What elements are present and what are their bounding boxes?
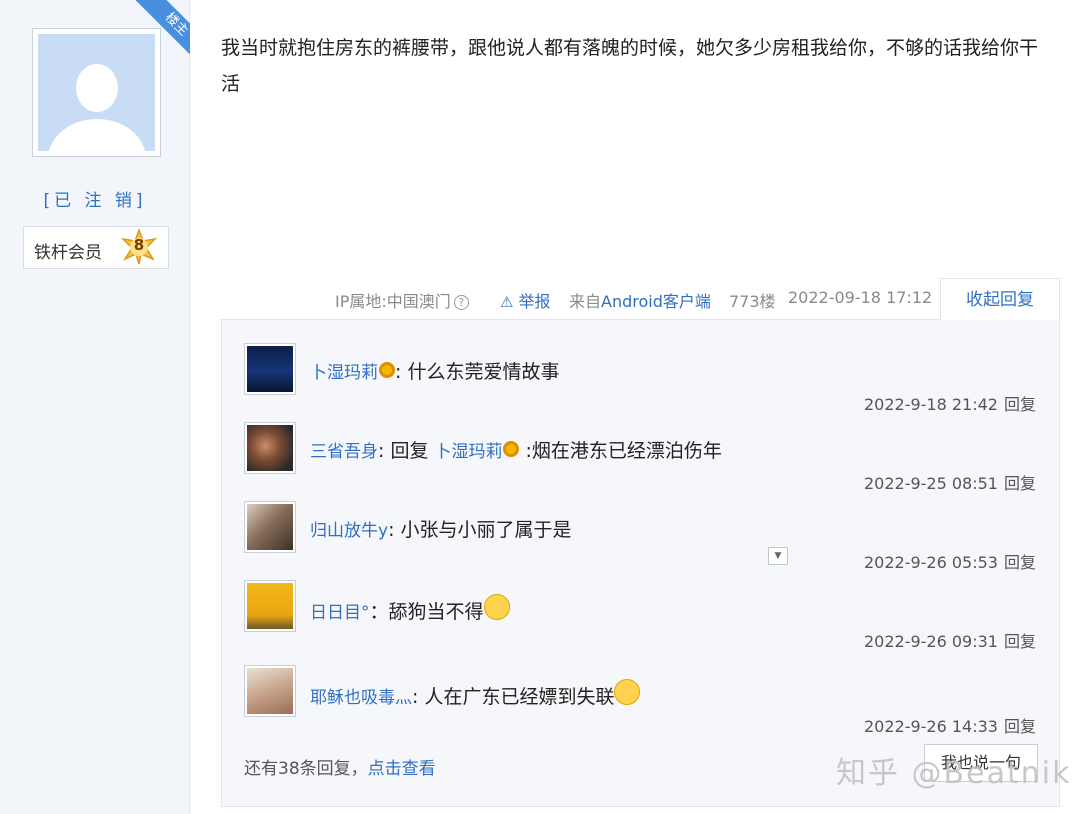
reply-meta: 2022-9-26 09:31 回复 (864, 628, 1036, 652)
client-source-link[interactable]: Android客户端 (601, 292, 711, 311)
watermark: 知乎 @Beatnik (836, 756, 1072, 791)
ip-location: IP属地:中国澳门? (335, 288, 469, 312)
post-content: 我当时就抱住房东的裤腰带，跟他说人都有落魄的时候，她欠多少房租我给你，不够的话我… (221, 37, 1039, 95)
reply-username[interactable]: 日日目° (310, 603, 370, 623)
reply-meta: 2022-9-26 05:53 回复 (864, 549, 1036, 573)
reply-username[interactable]: 归山放牛y (310, 521, 388, 541)
reply-meta: 2022-9-25 08:51 回复 (864, 470, 1036, 494)
collapse-replies-button[interactable]: 收起回复 (940, 278, 1060, 320)
report-button[interactable]: ⚠ 举报 (500, 288, 551, 312)
post-meta-bar: IP属地:中国澳门? ⚠ 举报 来自Android客户端 773楼 2022-0… (0, 278, 940, 318)
reply-avatar[interactable] (244, 665, 296, 717)
tongue-face-icon (614, 679, 641, 705)
reply-text: 三省吾身: 回复 卜湿玛莉 :烟在港东已经漂泊伤年 (310, 436, 722, 463)
sunflower-icon (503, 441, 520, 457)
op-ribbon: 楼主 (118, 0, 190, 72)
reply-content: : 什么东莞爱情故事 (395, 361, 560, 383)
reply-text: 耶稣也吸毒灬: 人在广东已经嫖到失联 (310, 679, 641, 709)
reply-time: 2022-9-26 14:33 (863, 717, 998, 736)
reply-text: 归山放牛y: 小张与小丽了属于是 (310, 515, 572, 542)
floor-number: 773楼 (729, 292, 776, 311)
reply-avatar[interactable] (244, 580, 296, 632)
list-item: 耶稣也吸毒灬: 人在广东已经嫖到失联 2022-9-26 14:33 回复 (244, 663, 1044, 743)
view-more-link[interactable]: 点击查看 (368, 759, 436, 779)
reply-meta: 2022-9-18 21:42 回复 (864, 391, 1036, 415)
reply-avatar[interactable] (244, 501, 296, 553)
reply-avatar[interactable] (244, 343, 296, 395)
reply-text: 卜湿玛莉 : 什么东莞爱情故事 (310, 357, 559, 384)
list-item: 日日目°：舔狗当不得 2022-9-26 09:31 回复 (244, 578, 1044, 658)
reply-content: : 小张与小丽了属于是 (388, 519, 572, 541)
level-number: 8 (133, 236, 145, 254)
level-star-icon: 8 (120, 227, 158, 265)
reply-target-username[interactable]: 卜湿玛莉 (434, 442, 502, 462)
more-replies: 还有38条回复，点击查看 (244, 754, 436, 779)
reply-username[interactable]: 耶稣也吸毒灬 (310, 688, 412, 708)
reply-time: 2022-9-26 05:53 (863, 553, 998, 572)
client-source-prefix: 来自 (569, 292, 602, 311)
list-item: 卜湿玛莉 : 什么东莞爱情故事 2022-9-18 21:42 回复 (244, 341, 1044, 421)
reply-username[interactable]: 三省吾身 (310, 442, 378, 462)
more-replies-count: 还有38条回复， (244, 759, 368, 779)
chevron-down-icon[interactable]: ▼ (768, 547, 788, 565)
reply-content: ：舔狗当不得 (369, 601, 484, 623)
reply-content: : 人在广东已经嫖到失联 (412, 686, 615, 708)
reply-time: 2022-9-25 08:51 (863, 474, 998, 493)
crying-face-icon (483, 594, 510, 620)
reply-list: 卜湿玛莉 : 什么东莞爱情故事 2022-9-18 21:42 回复 三省吾身: 回… (221, 319, 1060, 807)
reply-avatar[interactable] (244, 422, 296, 474)
op-ribbon-label: 楼主 (132, 0, 190, 69)
help-icon[interactable]: ? (453, 295, 469, 310)
reply-text: 日日目°：舔狗当不得 (310, 594, 510, 624)
reply-content: :烟在港东已经漂泊伤年 (519, 440, 722, 462)
reply-button[interactable]: 回复 (1004, 553, 1036, 572)
reply-time: 2022-9-18 21:42 (863, 395, 998, 414)
reply-time: 2022-9-26 09:31 (863, 632, 998, 651)
reply-button[interactable]: 回复 (1004, 395, 1036, 414)
ip-location-text: IP属地:中国澳门 (335, 292, 451, 311)
list-item: 三省吾身: 回复 卜湿玛莉 :烟在港东已经漂泊伤年 2022-9-25 08:5… (244, 420, 1044, 500)
warning-icon: ⚠ (500, 293, 514, 311)
reply-button[interactable]: 回复 (1004, 474, 1036, 493)
author-sidebar: 楼主 [已 注 销] 铁杆会员 8 (0, 0, 190, 814)
reply-meta: 2022-9-26 14:33 回复 (864, 713, 1036, 737)
sunflower-icon (379, 362, 395, 378)
client-source: 来自Android客户端 (569, 288, 711, 312)
member-label: 铁杆会员 (34, 243, 102, 263)
report-label: 举报 (518, 292, 551, 311)
reply-button[interactable]: 回复 (1004, 717, 1036, 736)
reply-prefix: : 回复 (378, 440, 435, 462)
author-name[interactable]: [已 注 销] (0, 186, 190, 211)
post-time: 2022-09-18 17:12 (788, 288, 933, 307)
reply-button[interactable]: 回复 (1004, 632, 1036, 651)
member-badge[interactable]: 铁杆会员 8 (23, 226, 169, 269)
reply-username[interactable]: 卜湿玛莉 (310, 363, 378, 383)
list-item: 归山放牛y: 小张与小丽了属于是 ▼ 2022-9-26 05:53 回复 (244, 499, 1044, 579)
